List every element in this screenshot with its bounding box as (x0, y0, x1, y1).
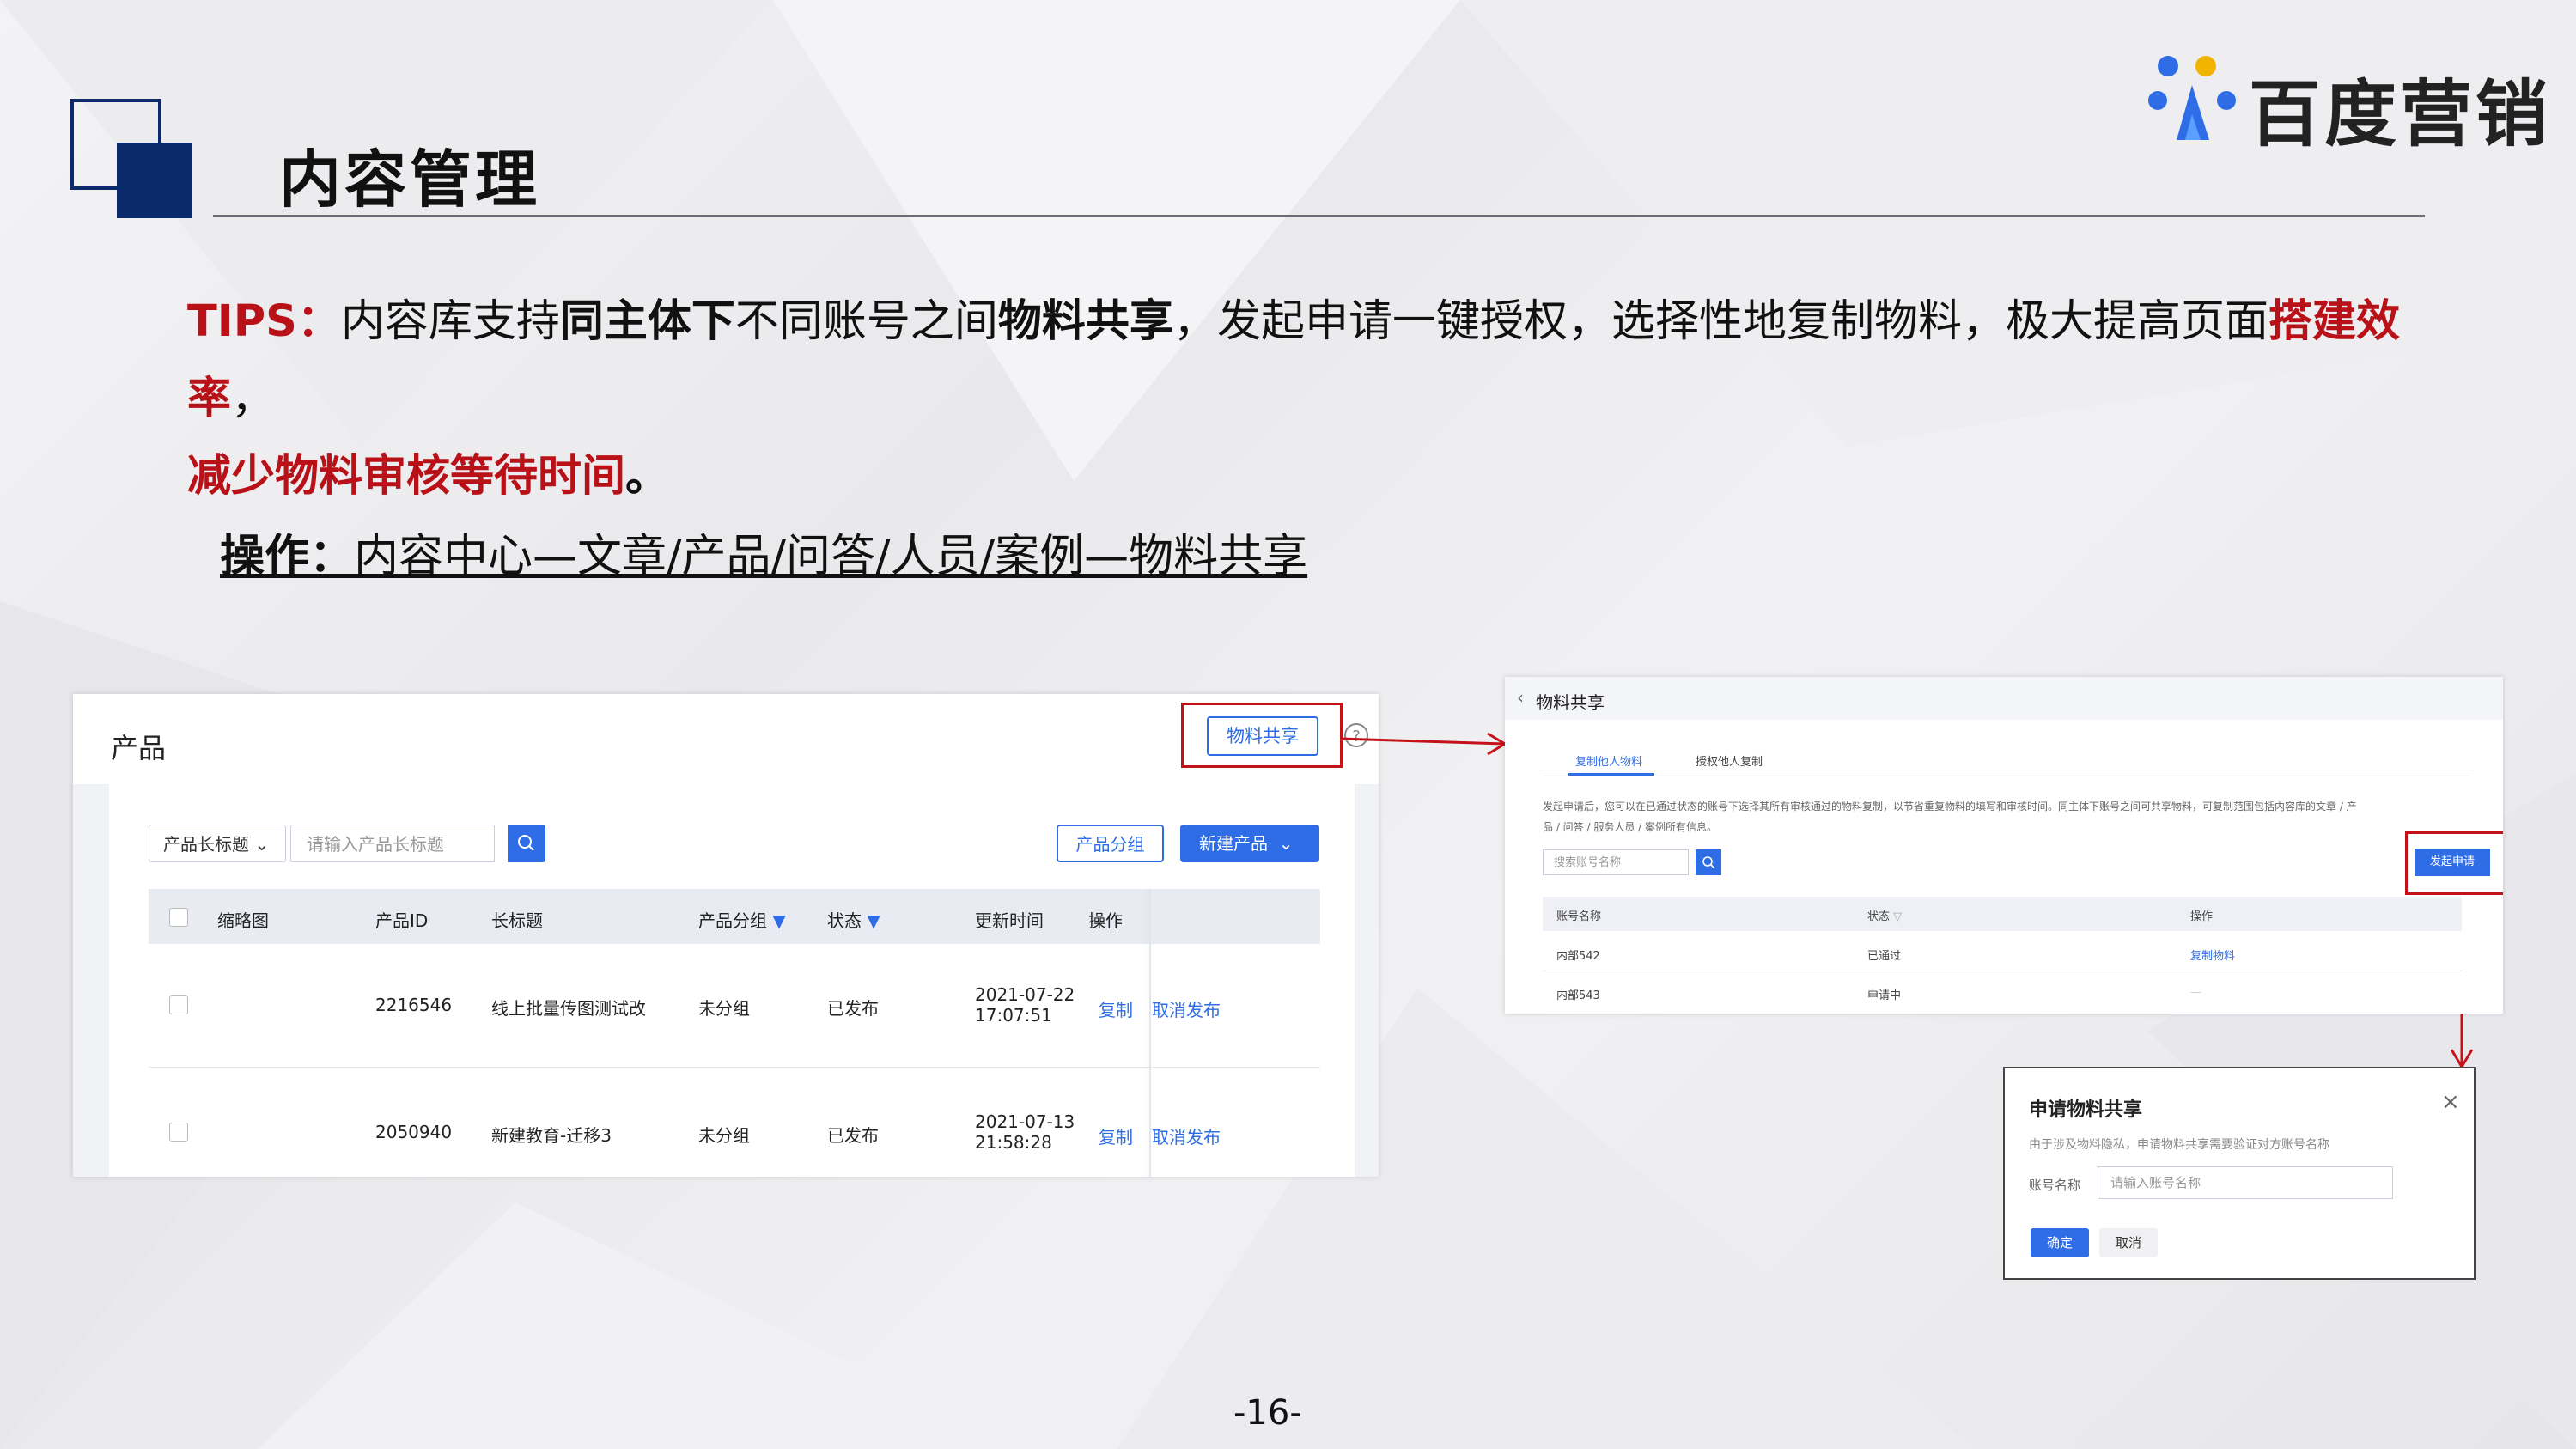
account-search-input[interactable]: 搜索账号名称 (1543, 849, 1689, 875)
cancel-button[interactable]: 取消 (2099, 1228, 2158, 1257)
account-table-header (1543, 897, 2462, 931)
search-icon (1702, 856, 1715, 869)
account-name: 内部542 (1556, 950, 1600, 963)
highlight-box (2405, 831, 2503, 895)
column-header: 操作 (2190, 910, 2214, 923)
column-header-label: 状态 (1867, 910, 1891, 923)
account-status: 申请中 (1867, 989, 1902, 1002)
share-description: 品 / 问答 / 服务人员 / 案例所有信息。 (1543, 821, 1718, 833)
dialog-hint: 由于涉及物料隐私，申请物料共享需要验证对方账号名称 (2029, 1138, 2329, 1152)
action-placeholder: — (2190, 986, 2201, 999)
close-icon[interactable]: × (2441, 1089, 2460, 1115)
apply-share-dialog: 申请物料共享 × 由于涉及物料隐私，申请物料共享需要验证对方账号名称 账号名称 … (2003, 1067, 2476, 1280)
account-name-input[interactable]: 请输入账号名称 (2098, 1166, 2393, 1199)
filter-icon[interactable]: ▽ (1893, 910, 1902, 923)
page-number: -16- (1233, 1393, 1302, 1433)
account-name: 内部543 (1556, 989, 1600, 1002)
account-name-label: 账号名称 (2029, 1178, 2081, 1193)
tab-copy-others[interactable]: 复制他人物料 (1575, 752, 1642, 769)
share-page-title: 物料共享 (1536, 692, 1605, 713)
search-button[interactable] (1696, 849, 1721, 875)
share-page-screenshot: ‹ 物料共享 复制他人物料 授权他人复制 发起申请后，您可以在已通过状态的账号下… (1505, 677, 2503, 1014)
confirm-button[interactable]: 确定 (2031, 1228, 2089, 1257)
share-description: 发起申请后，您可以在已通过状态的账号下选择其所有审核通过的物料复制，以节省重复物… (1543, 801, 2357, 813)
share-titlebar (1505, 677, 2503, 720)
tab-authorize-others[interactable]: 授权他人复制 (1696, 752, 1763, 769)
dialog-title: 申请物料共享 (2029, 1099, 2143, 1121)
back-icon[interactable]: ‹ (1517, 687, 1524, 708)
column-header: 账号名称 (1556, 910, 1602, 923)
copy-material-link[interactable]: 复制物料 (2190, 947, 2235, 963)
account-status: 已通过 (1867, 950, 1902, 963)
column-header: 状态 ▽ (1867, 907, 1902, 923)
